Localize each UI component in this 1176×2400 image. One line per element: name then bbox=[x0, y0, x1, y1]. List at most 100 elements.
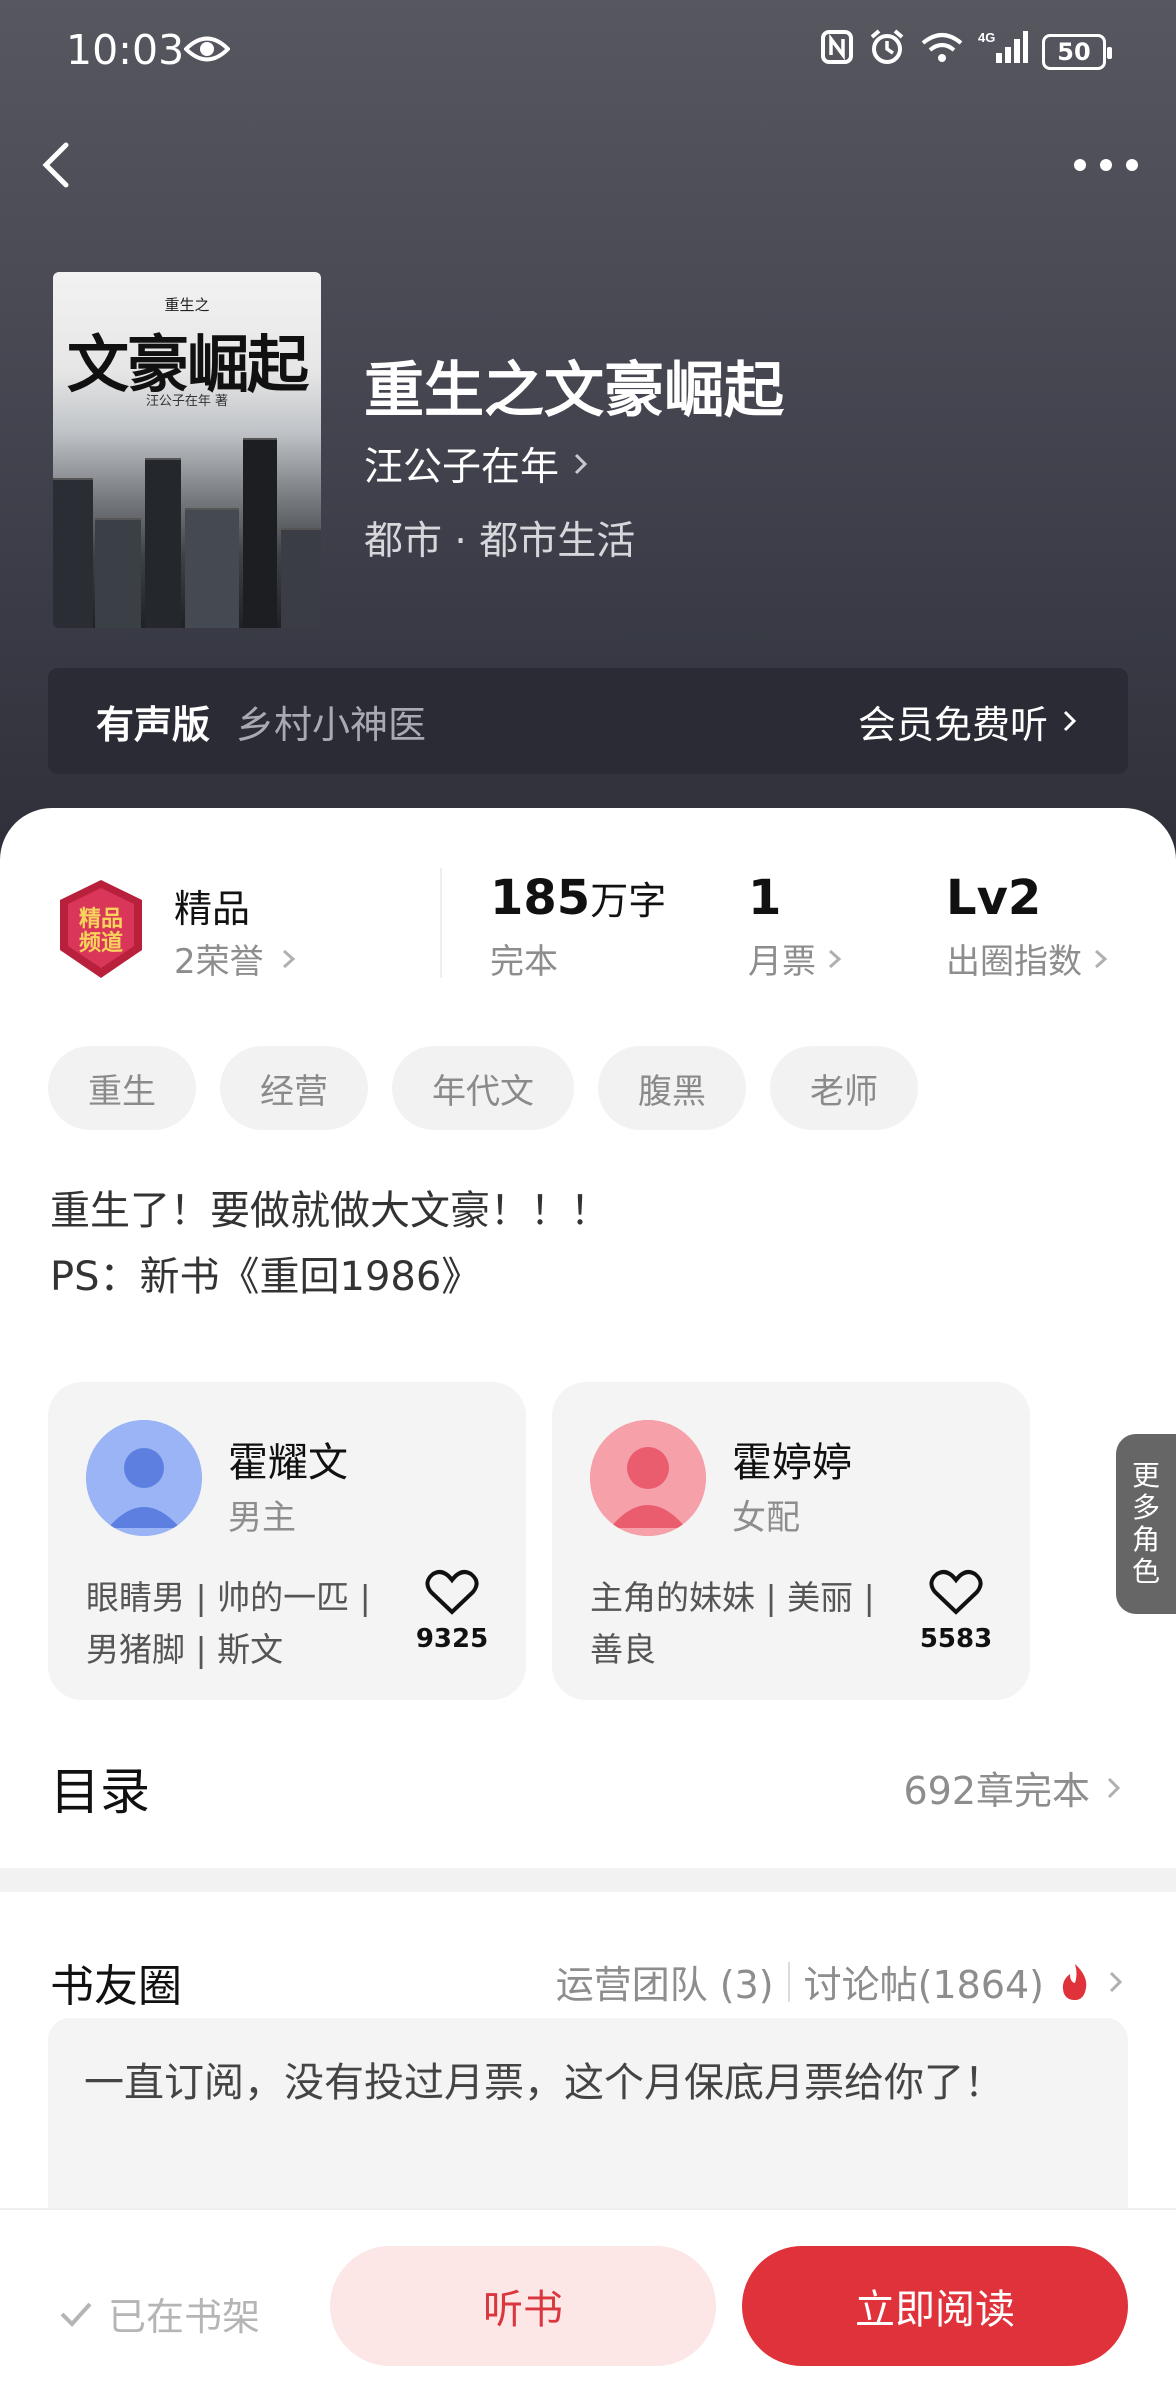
toc-link[interactable]: 692章完本 bbox=[903, 1760, 1124, 1815]
more-characters-tab[interactable]: 更 多 角 色 bbox=[1116, 1434, 1176, 1614]
heart-icon bbox=[425, 1570, 479, 1615]
popularity-label: 出圈指数 bbox=[946, 942, 1082, 982]
stat-monthly-votes[interactable]: 1 月票 bbox=[748, 870, 844, 983]
svg-text:频道: 频道 bbox=[79, 930, 123, 956]
book-cover[interactable]: 重生之 文豪崛起 汪公子在年 著 bbox=[53, 272, 321, 628]
cover-author: 汪公子在年 著 bbox=[145, 394, 229, 409]
eye-icon bbox=[183, 30, 231, 76]
bottom-action-bar: 已在书架 听书 立即阅读 bbox=[0, 2208, 1176, 2400]
completion-status: 完本 bbox=[490, 942, 558, 982]
status-bar: 10:03 4G 50 bbox=[0, 0, 1176, 100]
chapter-summary: 692章完本 bbox=[903, 1769, 1090, 1813]
character-name: 霍婷婷 bbox=[732, 1440, 852, 1486]
wifi-icon bbox=[920, 29, 964, 75]
chevron-left-icon bbox=[42, 142, 69, 188]
character-card[interactable]: 霍耀文 男主 眼睛男 | 帅的一匹 | 男猪脚 | 斯文 9325 bbox=[48, 1382, 526, 1700]
popularity-level: Lv2 bbox=[946, 870, 1042, 926]
on-shelf-indicator[interactable]: 已在书架 bbox=[58, 2286, 260, 2341]
tag-list: 重生 经营 年代文 腹黑 老师 bbox=[48, 1046, 918, 1130]
cover-building bbox=[281, 528, 321, 628]
cover-building bbox=[53, 478, 93, 628]
character-avatar bbox=[86, 1420, 202, 1536]
chevron-right-icon bbox=[282, 949, 295, 968]
character-role: 女配 bbox=[732, 1498, 800, 1538]
chevron-right-icon bbox=[1095, 949, 1108, 968]
tag-chip[interactable]: 年代文 bbox=[392, 1046, 574, 1130]
cover-building bbox=[145, 458, 181, 628]
cover-building bbox=[243, 438, 277, 628]
monthly-vote-count: 1 bbox=[748, 870, 782, 926]
chevron-right-icon bbox=[1063, 710, 1077, 732]
status-icons: 4G 50 bbox=[820, 28, 1112, 76]
character-name: 霍耀文 bbox=[228, 1440, 348, 1486]
heart-icon bbox=[929, 1570, 983, 1615]
stat-divider bbox=[440, 868, 442, 978]
audio-version-bar[interactable]: 有声版 乡村小神医 会员免费听 bbox=[48, 668, 1128, 774]
status-time: 10:03 bbox=[66, 26, 185, 74]
back-button[interactable] bbox=[30, 135, 90, 195]
read-now-button[interactable]: 立即阅读 bbox=[742, 2246, 1128, 2366]
book-genre: 都市 · 都市生活 bbox=[364, 519, 636, 564]
more-roles-char: 角 bbox=[1131, 1523, 1160, 1556]
honor-badge-icon: 精品 频道 bbox=[50, 878, 152, 980]
intro-line: PS：新书《重回1986》 bbox=[50, 1254, 482, 1300]
discussion-count[interactable]: 讨论帖(1864) bbox=[804, 1954, 1044, 2009]
cover-small-text: 重生之 bbox=[164, 296, 210, 314]
section-divider bbox=[0, 1868, 1176, 1892]
stat-popularity[interactable]: Lv2 出圈指数 bbox=[946, 870, 1110, 983]
book-title: 重生之文豪崛起 bbox=[364, 356, 784, 426]
separator bbox=[787, 1961, 790, 2002]
listen-button[interactable]: 听书 bbox=[330, 2246, 716, 2366]
cover-building bbox=[95, 518, 141, 628]
honor-title: 精品 bbox=[174, 887, 251, 931]
tag-chip[interactable]: 腹黑 bbox=[598, 1046, 746, 1130]
check-icon bbox=[60, 2302, 92, 2327]
author-name: 汪公子在年 bbox=[364, 445, 560, 490]
battery-indicator: 50 bbox=[1042, 34, 1112, 70]
svg-text:4G: 4G bbox=[978, 30, 995, 45]
more-roles-char: 色 bbox=[1131, 1555, 1160, 1588]
honor-count: 2荣誉 bbox=[174, 942, 264, 982]
audio-label: 有声版 bbox=[96, 702, 211, 747]
chevron-right-icon bbox=[574, 453, 588, 475]
character-like-button[interactable]: 5583 bbox=[916, 1568, 996, 1654]
book-header: 10:03 4G 50 重生之 文豪崛起 汪公子在年 著 重生之文豪崛起 汪公子… bbox=[0, 0, 1176, 860]
book-detail-card: 精品 频道 精品 2荣誉 185万字 完本 1 月票 Lv2 出圈指数 重生 经… bbox=[0, 808, 1176, 1868]
book-intro[interactable]: 重生了！要做就做大文豪！！！ PS：新书《重回1986》 bbox=[50, 1178, 610, 1310]
alarm-icon bbox=[868, 28, 906, 76]
shelf-label: 已在书架 bbox=[108, 2295, 261, 2339]
stat-words: 185万字 完本 bbox=[490, 870, 666, 983]
like-count: 9325 bbox=[415, 1624, 489, 1654]
more-dots-icon bbox=[1074, 159, 1138, 171]
character-card[interactable]: 霍婷婷 女配 主角的妹妹 | 美丽 | 善良 5583 bbox=[552, 1382, 1030, 1700]
character-like-button[interactable]: 9325 bbox=[412, 1568, 492, 1654]
word-unit: 万字 bbox=[590, 879, 667, 923]
operations-team[interactable]: 运营团队 (3) bbox=[556, 1954, 774, 2009]
nfc-icon bbox=[820, 29, 854, 75]
reader-circle-link[interactable]: 运营团队 (3) 讨论帖(1864) bbox=[556, 1954, 1126, 2009]
honor-link[interactable]: 2荣誉 bbox=[174, 934, 298, 983]
chevron-right-icon bbox=[829, 949, 842, 968]
character-role: 男主 bbox=[228, 1498, 296, 1538]
character-avatar bbox=[590, 1420, 706, 1536]
toc-title[interactable]: 目录 bbox=[50, 1752, 150, 1824]
tag-chip[interactable]: 经营 bbox=[220, 1046, 368, 1130]
tag-chip[interactable]: 重生 bbox=[48, 1046, 196, 1130]
reader-circle-title: 书友圈 bbox=[50, 1961, 182, 2012]
post-text: 一直订阅，没有投过月票，这个月保底月票给你了！ bbox=[84, 2060, 1004, 2106]
chevron-right-icon bbox=[1109, 1971, 1123, 1992]
intro-line: 重生了！要做就做大文豪！！！ bbox=[50, 1188, 610, 1234]
signal-icon: 4G bbox=[978, 29, 1028, 75]
cover-building bbox=[185, 508, 239, 628]
more-roles-char: 更 bbox=[1131, 1459, 1160, 1492]
like-count: 5583 bbox=[919, 1624, 993, 1654]
more-options-button[interactable] bbox=[1066, 140, 1146, 190]
character-desc: 主角的妹妹 | 美丽 | 善良 bbox=[590, 1578, 875, 1669]
author-link[interactable]: 汪公子在年 bbox=[364, 436, 591, 492]
word-count: 185 bbox=[490, 870, 591, 926]
more-roles-char: 多 bbox=[1131, 1491, 1160, 1524]
audio-cta[interactable]: 会员免费听 bbox=[858, 694, 1080, 749]
tag-chip[interactable]: 老师 bbox=[770, 1046, 918, 1130]
character-desc: 眼睛男 | 帅的一匹 | 男猪脚 | 斯文 bbox=[86, 1578, 371, 1669]
discussion-post[interactable]: 一直订阅，没有投过月票，这个月保底月票给你了！ bbox=[48, 2018, 1128, 2218]
